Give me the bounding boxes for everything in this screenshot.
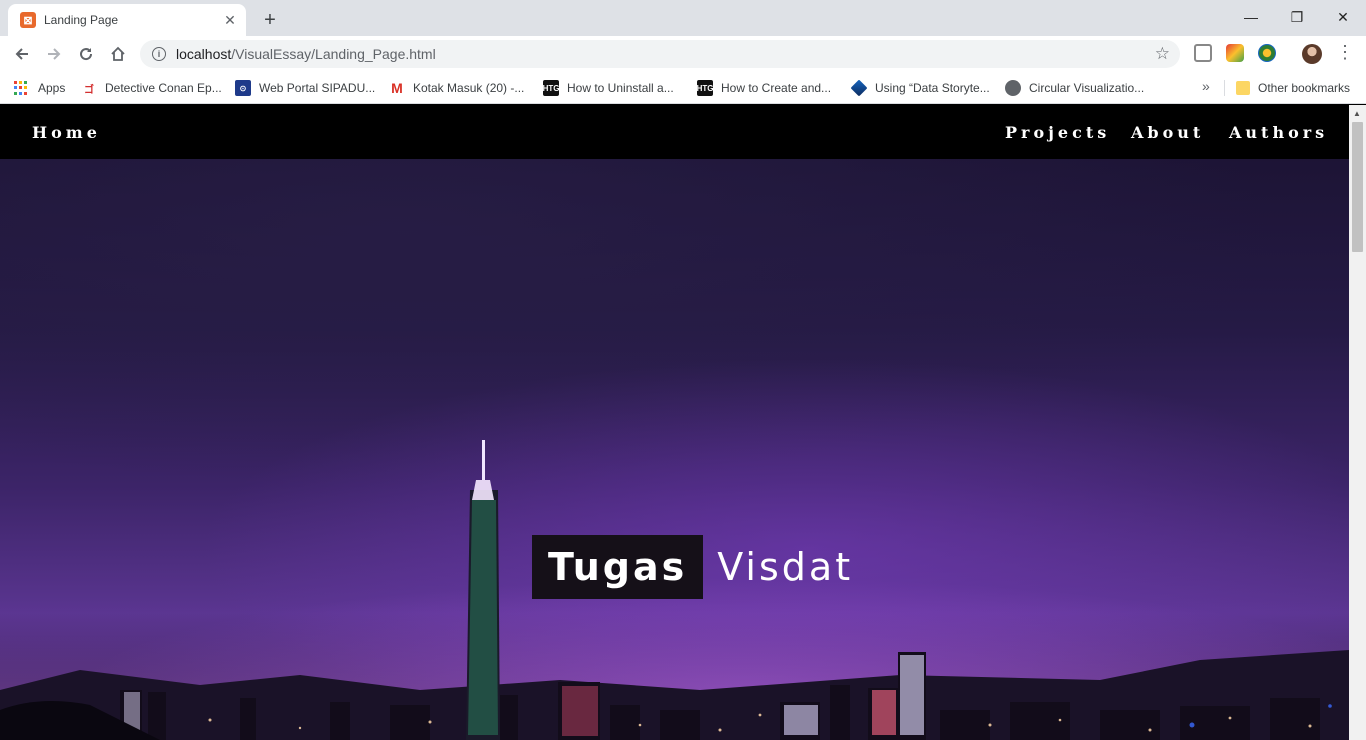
htg-icon: HTG xyxy=(543,80,559,96)
bookmark-star-icon[interactable]: ☆ xyxy=(1155,44,1170,64)
close-tab-icon[interactable]: ✕ xyxy=(222,12,238,29)
browser-tab[interactable]: ⊠ Landing Page ✕ xyxy=(8,4,246,36)
home-icon xyxy=(111,46,125,61)
bookmark-label: Web Portal SIPADU... xyxy=(259,81,376,95)
extension-v-icon[interactable] xyxy=(1226,44,1244,62)
browser-toolbar: i localhost/VisualEssay/Landing_Page.htm… xyxy=(0,36,1366,72)
page-viewport: Home Projects About Authors Tugas Visdat… xyxy=(0,105,1366,740)
scroll-up-arrow-icon[interactable]: ▲ xyxy=(1353,109,1361,118)
hero-title-highlight: Tugas xyxy=(532,535,704,599)
new-tab-button[interactable]: + xyxy=(258,8,282,32)
tab-strip: ⊠ Landing Page ✕ + — ❐ ✕ xyxy=(0,0,1366,36)
url-host: localhost xyxy=(176,46,232,62)
tab-title: Landing Page xyxy=(44,13,119,27)
bookmarks-bar: Apps ゴ Detective Conan Ep... ⊙ Web Porta… xyxy=(0,72,1366,104)
reload-icon xyxy=(80,48,93,61)
profile-avatar[interactable] xyxy=(1302,44,1322,64)
nav-home-link[interactable]: Home xyxy=(32,123,101,142)
site-favicon-icon: ゴ xyxy=(84,84,94,96)
bookmark-label: How to Create and... xyxy=(721,81,832,95)
forward-arrow-icon xyxy=(48,48,61,60)
address-bar[interactable]: i localhost/VisualEssay/Landing_Page.htm… xyxy=(140,40,1180,68)
bookmarks-divider xyxy=(1224,80,1225,96)
apps-grid-icon xyxy=(14,81,28,95)
extension-cube-icon[interactable] xyxy=(1194,44,1212,62)
other-bookmarks-label: Other bookmarks xyxy=(1258,81,1351,95)
bookmark-label: Detective Conan Ep... xyxy=(105,81,222,95)
bookmark-label: Circular Visualizatio... xyxy=(1029,81,1145,95)
forward-button[interactable] xyxy=(41,41,67,67)
nav-projects-link[interactable]: Projects xyxy=(1005,123,1110,142)
gmail-icon: M xyxy=(391,80,403,96)
window-controls: — ❐ ✕ xyxy=(1228,0,1366,34)
nav-authors-link[interactable]: Authors xyxy=(1229,123,1328,142)
hero-title: Tugas Visdat xyxy=(532,535,853,599)
bookmark-data-storytelling[interactable]: Using “Data Storyte... xyxy=(850,78,990,98)
nav-about-link[interactable]: About xyxy=(1131,123,1204,142)
reload-button[interactable] xyxy=(73,41,99,67)
site-navbar: Home Projects About Authors xyxy=(0,105,1349,159)
bookmark-gmail[interactable]: M Kotak Masuk (20) -... xyxy=(389,78,524,98)
bookmark-htg-uninstall[interactable]: HTG How to Uninstall a... xyxy=(543,78,674,98)
hero-background xyxy=(0,105,1349,740)
bookmark-label: Kotak Masuk (20) -... xyxy=(413,81,525,95)
restore-button[interactable]: ❐ xyxy=(1274,0,1320,34)
bookmark-sipadu[interactable]: ⊙ Web Portal SIPADU... xyxy=(235,78,375,98)
folder-icon xyxy=(1236,81,1250,95)
url-path: /VisualEssay/Landing_Page.html xyxy=(231,46,436,62)
bookmark-label: Using “Data Storyte... xyxy=(875,81,990,95)
bookmark-detective-conan[interactable]: ゴ Detective Conan Ep... xyxy=(81,78,222,98)
home-button[interactable] xyxy=(105,41,131,67)
site-favicon-icon xyxy=(850,79,868,97)
close-window-button[interactable]: ✕ xyxy=(1320,0,1366,34)
minimize-button[interactable]: — xyxy=(1228,0,1274,34)
bookmark-circular-visualization[interactable]: Circular Visualizatio... xyxy=(1005,78,1144,98)
bookmark-apps[interactable]: Apps xyxy=(14,78,65,98)
page-scrollbar[interactable]: ▲ xyxy=(1349,105,1366,740)
bookmark-htg-create[interactable]: HTG How to Create and... xyxy=(697,78,831,98)
globe-icon xyxy=(1005,80,1021,96)
back-button[interactable] xyxy=(9,41,35,67)
hero-title-rest: Visdat xyxy=(717,545,854,589)
xampp-favicon-icon: ⊠ xyxy=(20,12,36,28)
back-arrow-icon xyxy=(15,48,28,60)
bookmark-label: How to Uninstall a... xyxy=(567,81,674,95)
browser-menu-icon[interactable]: ⋮ xyxy=(1336,42,1354,63)
other-bookmarks[interactable]: Other bookmarks xyxy=(1236,78,1350,98)
extension-globe-icon[interactable] xyxy=(1258,44,1276,62)
info-icon[interactable]: i xyxy=(152,47,166,61)
scrollbar-thumb[interactable] xyxy=(1352,122,1363,252)
htg-icon: HTG xyxy=(697,80,713,96)
bookmark-label: Apps xyxy=(38,81,66,95)
bookmarks-overflow-button[interactable]: » xyxy=(1202,78,1210,94)
site-favicon-icon: ⊙ xyxy=(235,80,251,96)
